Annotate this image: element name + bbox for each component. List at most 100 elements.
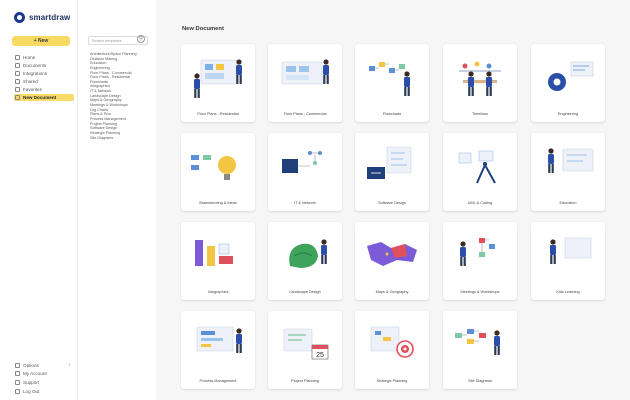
nav-bottom-menu: Options › My Account Support Log Out	[14, 362, 74, 397]
template-card-label: Floor Plans - Commercial	[283, 112, 327, 116]
template-card[interactable]: 25 Project Planning	[268, 311, 342, 389]
template-illustration	[281, 59, 329, 85]
nav-item-label: Shared	[23, 79, 38, 85]
gear-icon	[15, 362, 20, 368]
share-icon	[15, 79, 20, 85]
template-illustration	[194, 59, 242, 98]
nav-item-label: Documents	[23, 62, 47, 68]
template-card[interactable]: Floor Plans - Commercial	[268, 44, 342, 122]
grid-icon	[15, 70, 20, 76]
template-illustration	[550, 237, 592, 264]
template-card[interactable]: Flowcharts	[355, 44, 429, 122]
template-card-label: Kids Learning	[556, 290, 580, 294]
template-card-label: IT & Network	[294, 201, 316, 205]
nav-menu: Home Documents Integrations Shared Favorites…	[14, 54, 74, 103]
nav-item-label: Log Out	[23, 388, 40, 394]
template-illustration	[370, 326, 414, 358]
template-card-label: Floor Plans - Residential	[197, 112, 239, 116]
logout-icon	[15, 388, 20, 394]
nav-item-options[interactable]: Options ›	[14, 362, 74, 369]
nav-item-favorites[interactable]: Favorites	[14, 86, 74, 93]
template-illustration	[196, 326, 242, 353]
brand-logo[interactable]: smartdraw	[14, 12, 70, 23]
nav-item-label: Options	[23, 362, 39, 368]
template-illustration	[458, 150, 496, 184]
template-card-label: Timelines	[471, 112, 489, 116]
nav-item-shared[interactable]: Shared	[14, 78, 74, 85]
brand-name: smartdraw	[29, 13, 71, 22]
nav-item-log-out[interactable]: Log Out	[14, 388, 74, 395]
nav-item-label: Integrations	[23, 70, 48, 76]
nav-item-label: Favorites	[23, 87, 42, 93]
template-illustration	[369, 62, 410, 96]
chevron-right-icon: ›	[68, 362, 70, 369]
template-illustration	[459, 61, 501, 96]
page-title: New Document	[182, 26, 224, 32]
help-icon	[15, 380, 20, 386]
star-icon	[15, 87, 20, 93]
category-list: Architecture/Space Planning Decision Maki…	[90, 52, 154, 140]
template-card-label: UML & Coding	[467, 201, 493, 205]
template-card-label: Site Diagrams	[468, 379, 492, 383]
template-card[interactable]: Software Design	[355, 133, 429, 211]
template-card[interactable]: Education	[531, 133, 605, 211]
template-illustration	[282, 151, 322, 173]
category-item[interactable]: Site Diagrams	[90, 136, 154, 141]
template-card[interactable]: Meetings & Workshops	[443, 222, 517, 300]
template-card[interactable]: Site Diagrams	[443, 311, 517, 389]
template-card-label: Process Management	[199, 379, 237, 383]
logo-icon	[14, 12, 25, 23]
template-illustration	[367, 146, 412, 179]
template-illustration	[289, 239, 327, 268]
nav-item-label: My Account	[23, 371, 47, 377]
template-card-label: Infographics	[207, 290, 229, 294]
home-icon	[15, 54, 20, 60]
template-card-label: Maps & Geography	[375, 290, 409, 294]
template-card[interactable]: Process Management	[181, 311, 255, 389]
nav-item-home[interactable]: Home	[14, 54, 74, 61]
template-illustration	[367, 242, 417, 266]
template-card[interactable]: Timelines	[443, 44, 517, 122]
template-card-label: Flowcharts	[382, 112, 402, 116]
template-card-label: Engineering	[557, 112, 579, 116]
nav-item-label: Home	[23, 54, 36, 60]
filter-icon[interactable]: ⚲	[137, 35, 145, 43]
template-card-label: Strategic Planning	[376, 379, 408, 383]
svg-text:25: 25	[316, 352, 324, 359]
template-illustration	[195, 240, 233, 266]
search-placeholder: Search templates	[92, 39, 122, 43]
nav-item-my-account[interactable]: My Account	[14, 371, 74, 378]
template-card[interactable]: Floor Plans - Residential	[181, 44, 255, 122]
template-illustration: 25	[283, 328, 329, 360]
new-button[interactable]: + New	[12, 36, 70, 46]
template-card-label: Landscape Design	[289, 290, 321, 294]
document-icon	[15, 95, 20, 101]
nav-item-integrations[interactable]: Integrations	[14, 70, 74, 77]
template-card[interactable]: Infographics	[181, 222, 255, 300]
left-navigation: smartdraw + New Home Documents Integration…	[0, 0, 78, 400]
template-card[interactable]: UML & Coding	[443, 133, 517, 211]
nav-item-documents[interactable]: Documents	[14, 62, 74, 69]
template-card-label: Education	[559, 201, 577, 205]
nav-item-label: New Document	[23, 95, 57, 101]
template-card[interactable]: Landscape Design	[268, 222, 342, 300]
nav-item-support[interactable]: Support	[14, 379, 74, 386]
user-icon	[15, 371, 20, 377]
template-illustration	[460, 238, 495, 266]
template-card[interactable]: Engineering	[531, 44, 605, 122]
category-panel: Search templates ⚲ Architecture/Space Pl…	[80, 0, 156, 400]
template-card-label: Brainstorming & Ideas	[199, 201, 237, 205]
template-card[interactable]: Brainstorming & Ideas	[181, 133, 255, 211]
template-illustration	[548, 148, 594, 173]
template-card[interactable]: Maps & Geography	[355, 222, 429, 300]
template-card[interactable]: Strategic Planning	[355, 311, 429, 389]
template-illustration	[548, 61, 594, 91]
template-card-label: Project Planning	[291, 379, 319, 383]
template-card-label: Software Design	[378, 201, 406, 205]
nav-item-new-document[interactable]: New Document	[14, 94, 74, 101]
main-content: New Document Floor Plans - Residential F…	[156, 0, 630, 400]
nav-item-label: Support	[23, 380, 40, 386]
template-card[interactable]: IT & Network	[268, 133, 342, 211]
folder-icon	[15, 62, 20, 68]
template-card[interactable]: Kids Learning	[531, 222, 605, 300]
